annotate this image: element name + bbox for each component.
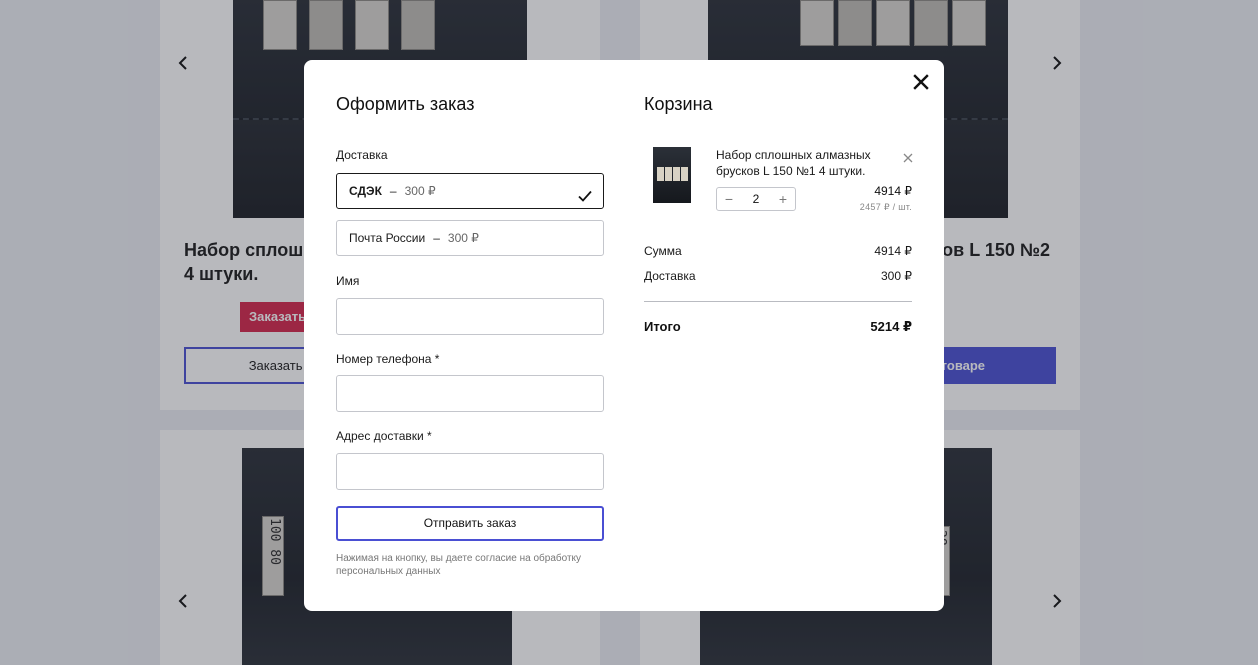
divider <box>644 301 912 302</box>
quantity-value[interactable]: 2 <box>741 192 771 206</box>
name-label: Имя <box>336 274 360 288</box>
order-title: Оформить заказ <box>336 94 475 114</box>
address-label: Адрес доставки * <box>336 429 432 443</box>
delivery-option-name: СДЭК <box>349 184 382 198</box>
delivery-option-price: 300 ₽ <box>404 184 436 198</box>
total-value: 5214 ₽ <box>870 319 912 334</box>
sum-value: 4914 ₽ <box>874 244 912 258</box>
close-icon[interactable] <box>911 72 931 92</box>
delivery-option-price: 300 ₽ <box>447 231 479 245</box>
cart-item-name[interactable]: Набор сплошных алмазных брусков L 150 №1… <box>716 147 886 179</box>
check-icon <box>577 183 593 202</box>
cart-item-image <box>653 147 691 203</box>
minus-icon[interactable]: − <box>717 188 741 210</box>
quantity-stepper: − 2 + <box>716 187 796 211</box>
sum-label: Сумма <box>644 244 682 258</box>
delivery-cost-label: Доставка <box>644 269 696 283</box>
cart-title: Корзина <box>644 94 713 114</box>
delivery-option-russian-post[interactable]: Почта России –300 ₽ <box>336 220 604 256</box>
phone-label: Номер телефона * <box>336 352 440 366</box>
delivery-cost-row: Доставка 300 ₽ <box>644 269 912 283</box>
cart-item-total: 4914 ₽ <box>874 184 912 198</box>
delivery-label: Доставка <box>336 148 388 162</box>
checkout-modal: Оформить заказ Доставка СДЭК –300 ₽ Почта… <box>304 60 944 611</box>
address-field[interactable] <box>336 453 604 490</box>
sum-row: Сумма 4914 ₽ <box>644 244 912 258</box>
name-field[interactable] <box>336 298 604 335</box>
consent-text: Нажимая на кнопку, вы даете согласие на … <box>336 553 582 577</box>
plus-icon[interactable]: + <box>771 188 795 210</box>
delivery-option-name: Почта России <box>349 231 426 245</box>
total-row: Итого 5214 ₽ <box>644 319 912 335</box>
submit-order-button[interactable]: Отправить заказ <box>336 506 604 541</box>
remove-icon[interactable] <box>903 150 913 163</box>
cart-item-unit-price: 2457 ₽ / шт. <box>859 202 912 212</box>
delivery-option-cdek[interactable]: СДЭК –300 ₽ <box>336 173 604 209</box>
delivery-cost-value: 300 ₽ <box>881 269 912 283</box>
total-label: Итого <box>644 319 681 334</box>
phone-field[interactable] <box>336 375 604 412</box>
